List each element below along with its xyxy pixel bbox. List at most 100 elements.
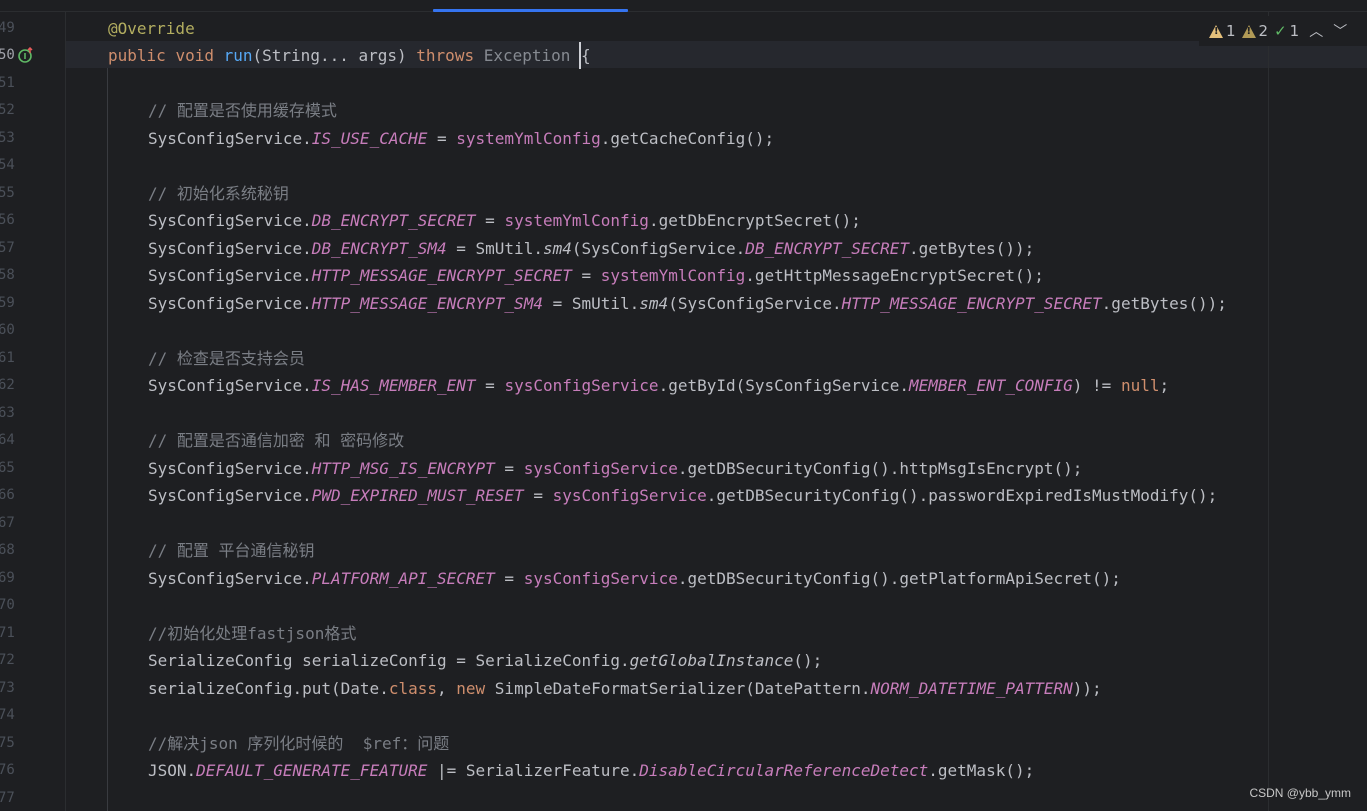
weak-warnings-indicator[interactable]: 2 [1241,22,1268,40]
line-number[interactable]: 62 [0,372,15,399]
code-token: = [427,128,457,148]
code-line[interactable]: 64 // 配置是否通信加密 和 密码修改 [0,427,1367,454]
line-number[interactable]: 56 [0,207,15,234]
code-line[interactable]: 77 [0,785,1367,811]
code-line[interactable]: 55 // 初始化系统秘钥 [0,180,1367,207]
code-text[interactable]: // 配置 平台通信秘钥 [148,537,315,564]
code-editor[interactable]: 49 @Override 50 Ipublic void run(String... … [0,0,1367,811]
line-number[interactable]: 66 [0,482,15,509]
code-text[interactable]: SerializeConfig serializeConfig = Serial… [148,647,822,674]
code-token: systemYmlConfig [504,211,649,230]
chevron-up-icon[interactable]: ︿ [1309,21,1323,41]
line-number[interactable]: 65 [0,455,15,482]
line-number[interactable]: 55 [0,180,15,207]
typos-indicator[interactable]: ✓ 1 [1274,22,1299,40]
code-text[interactable]: SysConfigService.IS_HAS_MEMBER_ENT = sys… [148,372,1169,399]
code-text[interactable]: SysConfigService.HTTP_MESSAGE_ENCRYPT_SM… [148,290,1227,317]
watermark: CSDN @ybb_ymm [1249,786,1351,800]
warnings-count: 1 [1226,22,1236,40]
code-text[interactable]: SysConfigService.HTTP_MESSAGE_ENCRYPT_SE… [148,262,1044,289]
line-number[interactable]: 57 [0,235,15,262]
code-token: PLATFORM_API_SECRET [311,568,495,588]
warnings-indicator[interactable]: 1 [1209,22,1236,40]
code-line[interactable]: 54 [0,152,1367,179]
line-number[interactable]: 51 [0,70,15,97]
line-number[interactable]: 61 [0,345,15,372]
code-line[interactable]: 57 SysConfigService.DB_ENCRYPT_SM4 = SmUt… [0,235,1367,262]
code-text[interactable]: @Override [108,15,195,42]
implements-method-gutter-icon[interactable]: I [18,47,34,63]
active-tab-indicator [433,9,628,12]
code-line[interactable]: 68 // 配置 平台通信秘钥 [0,537,1367,564]
code-line[interactable]: 76 JSON.DEFAULT_GENERATE_FEATURE |= Seria… [0,757,1367,784]
line-number[interactable]: 77 [0,785,15,811]
code-text[interactable]: //初始化处理fastjson格式 [148,620,356,647]
code-token: systemYmlConfig [600,266,746,285]
line-number[interactable]: 59 [0,290,15,317]
code-line[interactable]: 59 SysConfigService.HTTP_MESSAGE_ENCRYPT_… [0,290,1367,317]
code-line[interactable]: 75 //解决json 序列化时候的 $ref：问题 [0,730,1367,757]
line-number[interactable]: 67 [0,510,15,537]
code-text[interactable]: // 配置是否通信加密 和 密码修改 [148,427,404,454]
code-line[interactable]: 67 [0,510,1367,537]
code-line[interactable]: 52 // 配置是否使用缓存模式 [0,97,1367,124]
line-number[interactable]: 53 [0,125,15,152]
code-line[interactable]: 63 [0,400,1367,427]
code-text[interactable]: // 配置是否使用缓存模式 [148,97,337,124]
line-number[interactable]: 50 [0,42,15,69]
code-line[interactable]: 73 serializeConfig.put(Date.class, new Si… [0,675,1367,702]
code-line[interactable]: 60 [0,317,1367,344]
line-number[interactable]: 58 [0,262,15,289]
line-number[interactable]: 70 [0,592,15,619]
code-text[interactable]: SysConfigService.DB_ENCRYPT_SM4 = SmUtil… [148,235,1034,262]
code-text[interactable]: SysConfigService.DB_ENCRYPT_SECRET = sys… [148,207,861,234]
line-number[interactable]: 52 [0,97,15,124]
line-number[interactable]: 60 [0,317,15,344]
code-line[interactable]: 58 SysConfigService.HTTP_MESSAGE_ENCRYPT_… [0,262,1367,289]
code-line[interactable]: 70 [0,592,1367,619]
line-number[interactable]: 69 [0,565,15,592]
line-number[interactable]: 63 [0,400,15,427]
code-line[interactable]: 62 SysConfigService.IS_HAS_MEMBER_ENT = s… [0,372,1367,399]
code-text[interactable]: public void run(String... args) throws E… [108,42,591,69]
code-token: HTTP_MSG_IS_ENCRYPT [311,458,495,478]
code-line[interactable]: 65 SysConfigService.HTTP_MSG_IS_ENCRYPT =… [0,455,1367,482]
code-token: = [475,376,505,395]
line-number[interactable]: 73 [0,675,15,702]
chevron-down-icon[interactable]: ﹀ [1333,21,1347,41]
code-text[interactable]: // 检查是否支持会员 [148,345,305,372]
line-number[interactable]: 49 [0,15,15,42]
code-line[interactable]: 61 // 检查是否支持会员 [0,345,1367,372]
line-number[interactable]: 72 [0,647,15,674]
code-line[interactable]: 71 //初始化处理fastjson格式 [0,620,1367,647]
code-line[interactable]: 72 SerializeConfig serializeConfig = Seri… [0,647,1367,674]
line-number[interactable]: 74 [0,702,15,729]
code-text[interactable]: SysConfigService.IS_USE_CACHE = systemYm… [148,125,774,152]
code-text[interactable]: serializeConfig.put(Date.class, new Simp… [148,675,1102,702]
code-line[interactable]: 69 SysConfigService.PLATFORM_API_SECRET =… [0,565,1367,592]
line-number[interactable]: 75 [0,730,15,757]
code-line[interactable]: 49 @Override [0,15,1367,42]
code-line[interactable]: 51 [0,70,1367,97]
line-number[interactable]: 71 [0,620,15,647]
code-line[interactable]: 56 SysConfigService.DB_ENCRYPT_SECRET = s… [0,207,1367,234]
line-number[interactable]: 64 [0,427,15,454]
code-line[interactable]: 50 Ipublic void run(String... args) throw… [0,42,1367,69]
code-line[interactable]: 53 SysConfigService.IS_USE_CACHE = system… [0,125,1367,152]
code-token: SerializeConfig serializeConfig = Serial… [148,651,630,670]
code-text[interactable]: JSON.DEFAULT_GENERATE_FEATURE |= Seriali… [148,757,1034,784]
line-number[interactable]: 68 [0,537,15,564]
code-text[interactable]: SysConfigService.PLATFORM_API_SECRET = s… [148,565,1121,592]
code-token: .getCacheConfig(); [600,128,775,148]
line-number[interactable]: 54 [0,152,15,179]
code-text[interactable]: SysConfigService.HTTP_MSG_IS_ENCRYPT = s… [148,455,1082,482]
code-text[interactable]: SysConfigService.PWD_EXPIRED_MUST_RESET … [148,482,1217,509]
code-token: = [571,266,601,285]
code-line[interactable]: 66 SysConfigService.PWD_EXPIRED_MUST_RESE… [0,482,1367,509]
inspection-widget[interactable]: 1 2 ✓ 1 ︿ ﹀ [1199,16,1367,46]
code-text[interactable]: //解决json 序列化时候的 $ref：问题 [148,730,449,757]
code-line[interactable]: 74 [0,702,1367,729]
code-text[interactable]: // 初始化系统秘钥 [148,180,289,207]
code-token: |= SerializerFeature. [427,761,640,780]
line-number[interactable]: 76 [0,757,15,784]
